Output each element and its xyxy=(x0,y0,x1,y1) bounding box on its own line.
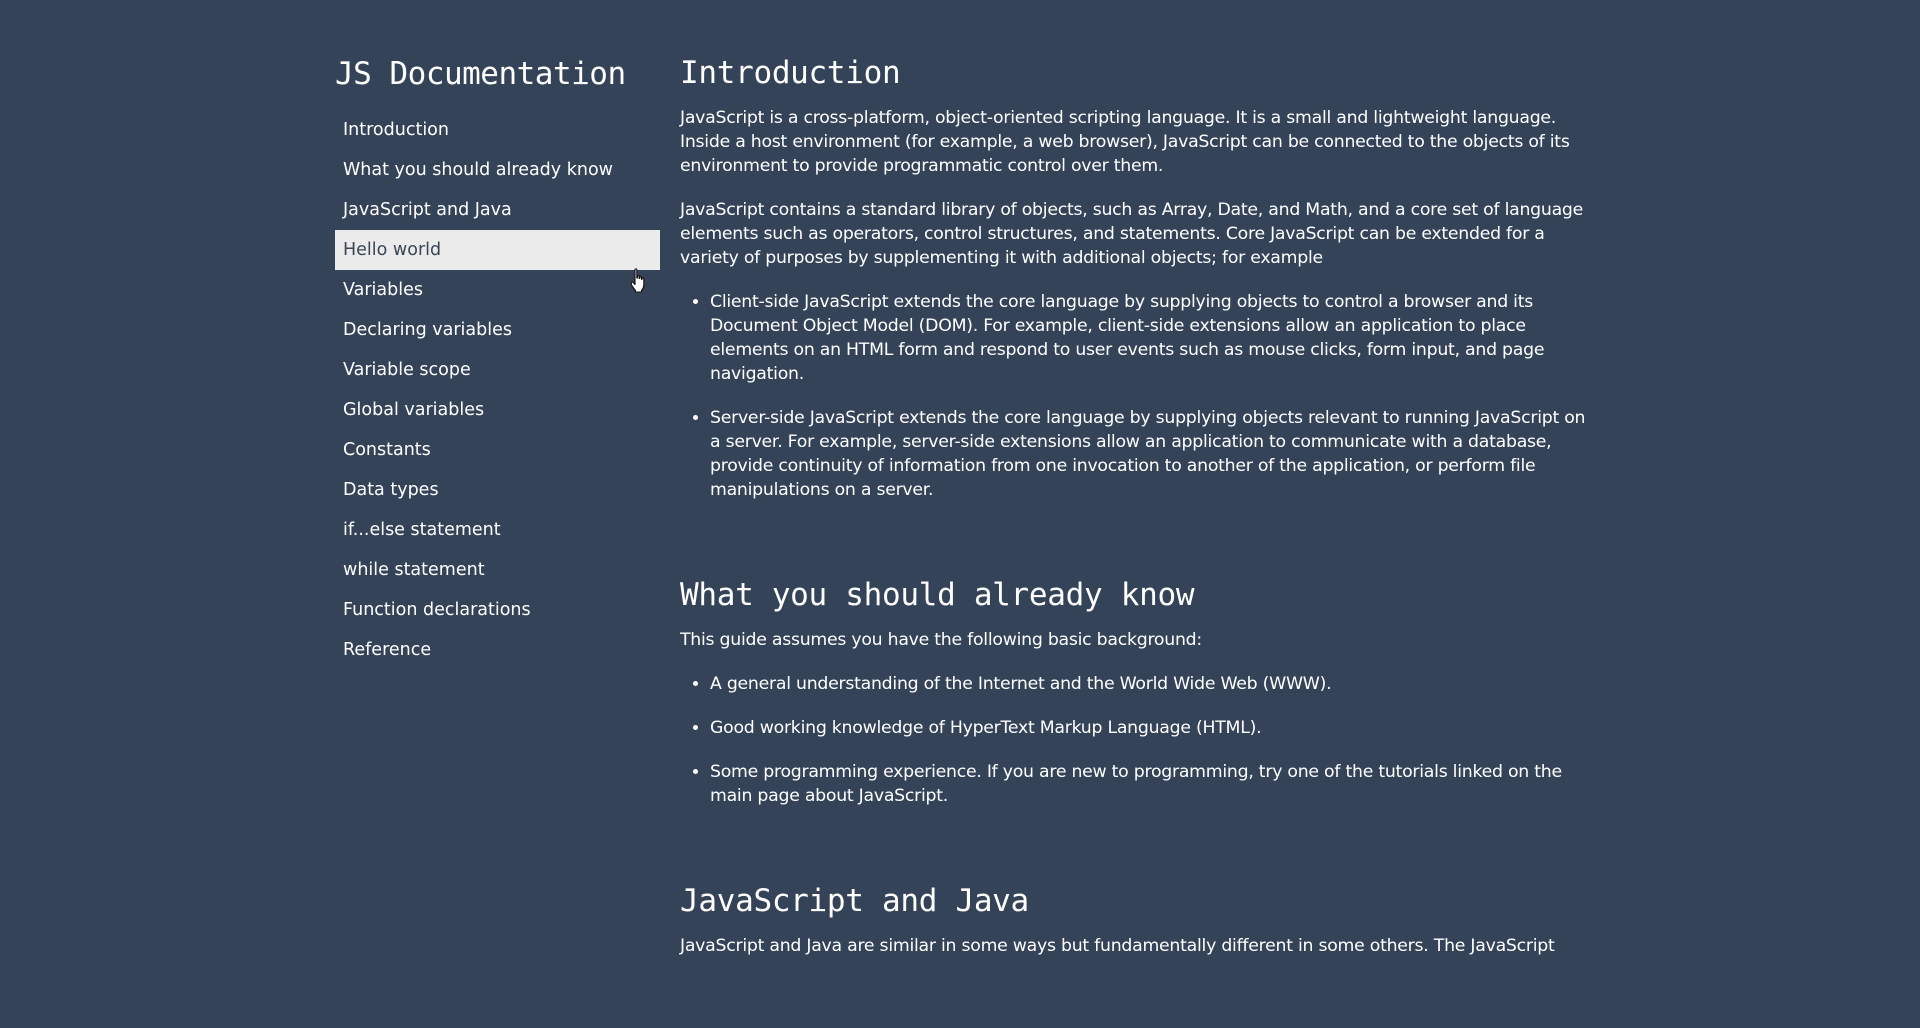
bullet-list: A general understanding of the Internet … xyxy=(680,672,1592,808)
section-introduction: Introduction JavaScript is a cross-platf… xyxy=(680,50,1592,502)
nav-link-while-statement[interactable]: while statement xyxy=(335,550,660,590)
paragraph: This guide assumes you have the followin… xyxy=(680,630,1202,650)
nav-list-item: Variable scope xyxy=(335,350,660,390)
section-javascript-and-java: JavaScript and Java JavaScript and Java … xyxy=(680,878,1592,958)
list-item: Client-side JavaScript extends the core … xyxy=(710,290,1592,386)
section-title: What you should already know xyxy=(680,577,1195,613)
list-item: A general understanding of the Internet … xyxy=(710,672,1592,696)
navbar-header: JS Documentation xyxy=(335,56,626,92)
nav-list-item: Introduction xyxy=(335,110,660,150)
nav-list-item: Global variables xyxy=(335,390,660,430)
paragraph: JavaScript and Java are similar in some … xyxy=(680,936,1555,956)
nav-list-item: Declaring variables xyxy=(335,310,660,350)
section-what-you-should-already-know: What you should already know This guide … xyxy=(680,572,1592,808)
nav-link-what-you-should-already-know[interactable]: What you should already know xyxy=(335,150,660,190)
list-item: Some programming experience. If you are … xyxy=(710,760,1592,808)
nav-list-item: while statement xyxy=(335,550,660,590)
bullet-list: Client-side JavaScript extends the core … xyxy=(680,290,1592,502)
nav-link-introduction[interactable]: Introduction xyxy=(335,110,660,150)
nav-link-declaring-variables[interactable]: Declaring variables xyxy=(335,310,660,350)
nav-link-hello-world[interactable]: Hello world xyxy=(335,230,660,270)
main-doc: Introduction JavaScript is a cross-platf… xyxy=(680,50,1592,1028)
paragraph: JavaScript is a cross-platform, object-o… xyxy=(680,108,1570,176)
nav-link-function-declarations[interactable]: Function declarations xyxy=(335,590,660,630)
nav-link-constants[interactable]: Constants xyxy=(335,430,660,470)
nav-link-data-types[interactable]: Data types xyxy=(335,470,660,510)
nav-list-item: Data types xyxy=(335,470,660,510)
nav-list: Introduction What you should already kno… xyxy=(335,110,660,670)
nav-list-item: What you should already know xyxy=(335,150,660,190)
section-title: JavaScript and Java xyxy=(680,883,1029,919)
hand-pointer-cursor-icon xyxy=(630,268,645,293)
nav-list-item: Function declarations xyxy=(335,590,660,630)
nav-list-item: Hello world xyxy=(335,230,660,270)
nav-link-global-variables[interactable]: Global variables xyxy=(335,390,660,430)
nav-link-if-else-statement[interactable]: if...else statement xyxy=(335,510,660,550)
nav-link-variable-scope[interactable]: Variable scope xyxy=(335,350,660,390)
nav-list-item: if...else statement xyxy=(335,510,660,550)
nav-link-javascript-and-java[interactable]: JavaScript and Java xyxy=(335,190,660,230)
section-title: Introduction xyxy=(680,55,901,91)
navbar: JS Documentation Introduction What you s… xyxy=(335,54,660,670)
nav-list-item: Reference xyxy=(335,630,660,670)
nav-link-variables[interactable]: Variables xyxy=(335,270,660,310)
nav-link-reference[interactable]: Reference xyxy=(335,630,660,670)
list-item: Good working knowledge of HyperText Mark… xyxy=(710,716,1592,740)
nav-list-item: JavaScript and Java xyxy=(335,190,660,230)
list-item: Server-side JavaScript extends the core … xyxy=(710,406,1592,502)
nav-list-item: Constants xyxy=(335,430,660,470)
nav-list-item: Variables xyxy=(335,270,660,310)
paragraph: JavaScript contains a standard library o… xyxy=(680,200,1584,268)
